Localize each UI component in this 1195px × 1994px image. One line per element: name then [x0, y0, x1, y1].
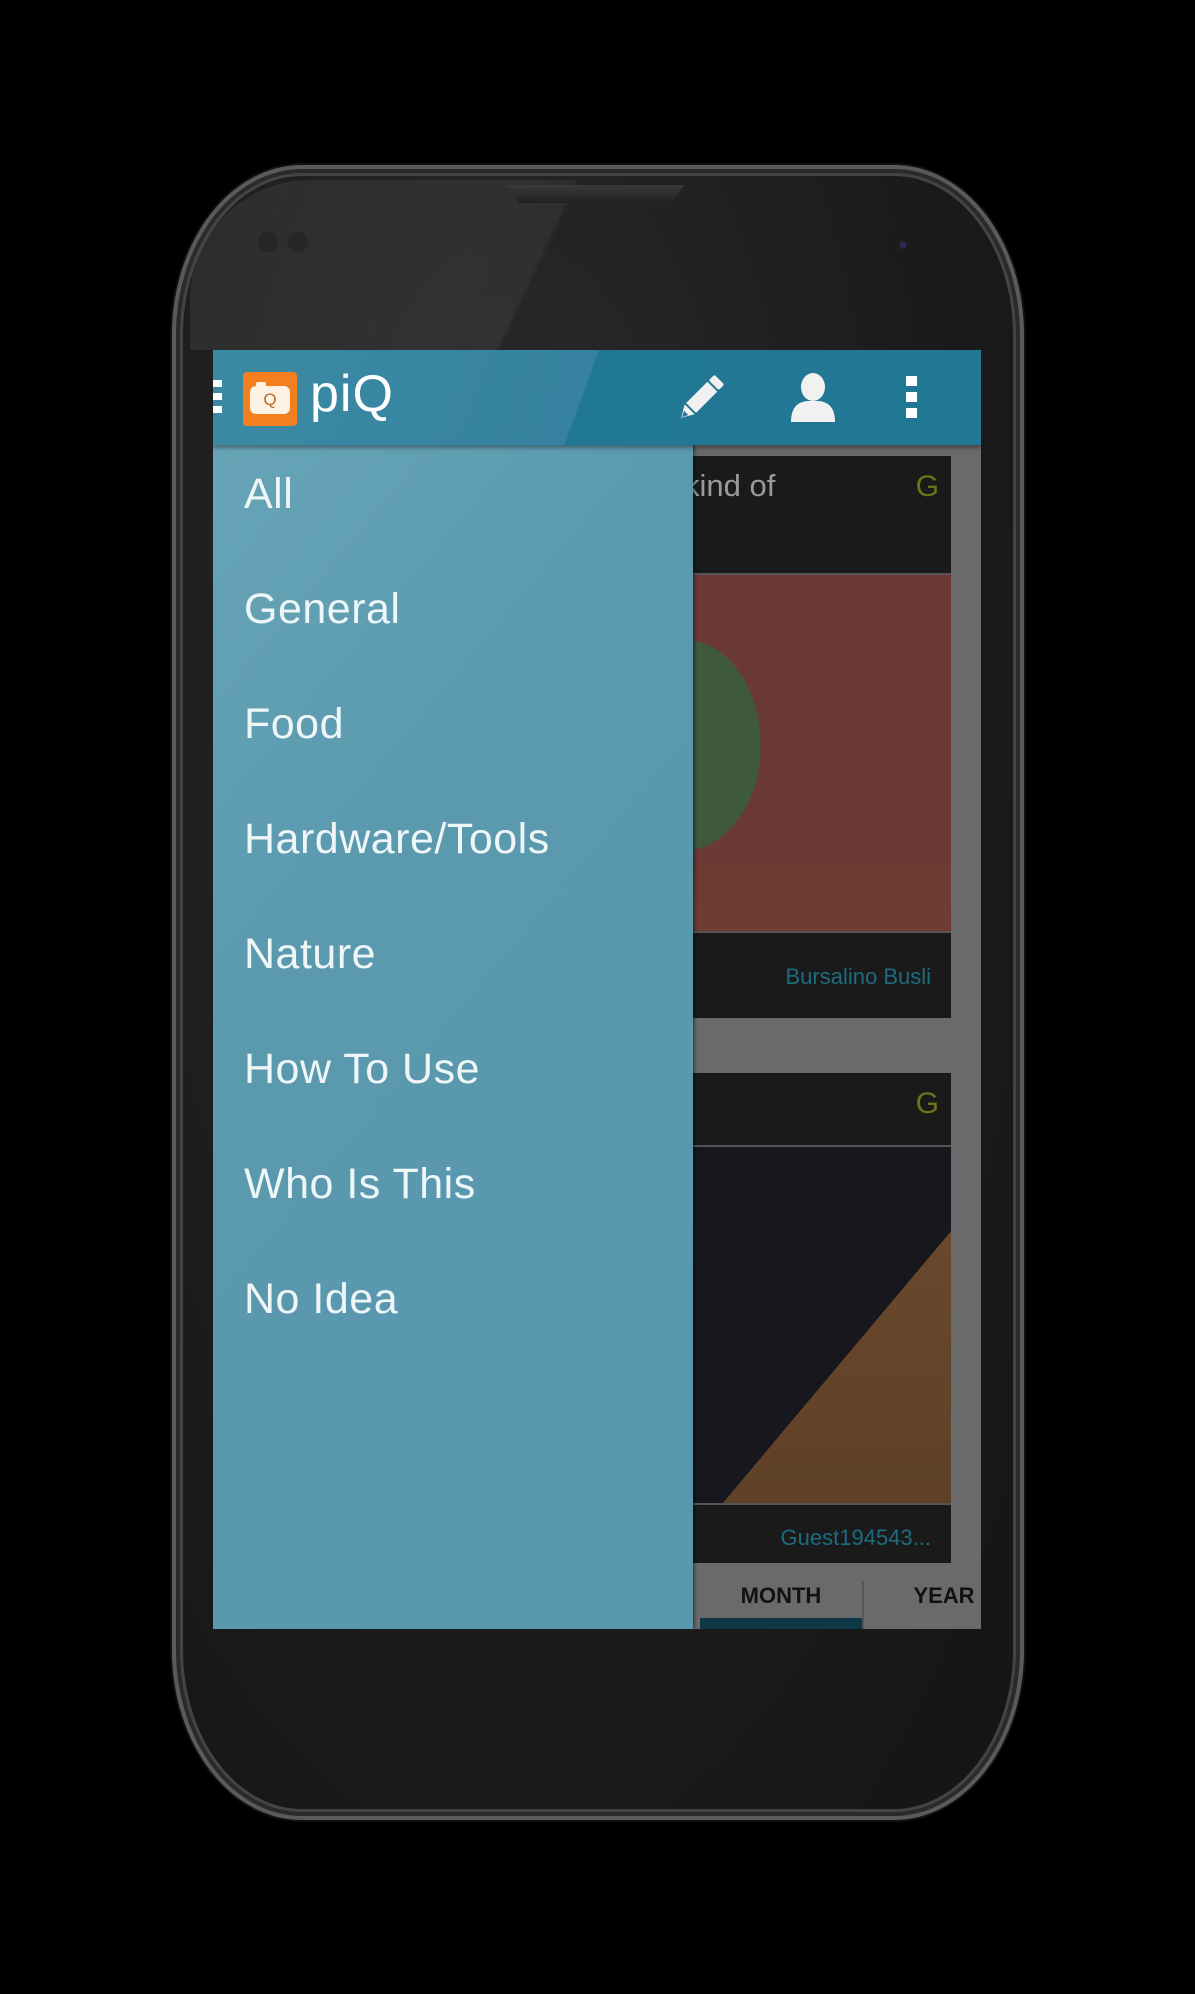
app-logo-icon[interactable]: Q	[243, 372, 297, 426]
overflow-menu-icon[interactable]	[898, 370, 928, 426]
category-badge: G	[915, 470, 939, 503]
selected-tab-indicator	[700, 1618, 862, 1629]
drawer-item-food[interactable]: Food	[244, 700, 344, 749]
light-sensor	[288, 232, 308, 252]
drawer-item-nature[interactable]: Nature	[244, 930, 376, 979]
card-author[interactable]: Bursalino Busli	[785, 964, 931, 990]
drawer-item-all[interactable]: All	[244, 470, 293, 519]
app-screen: Q piQ is kind of G ❜ Bursalino B	[213, 350, 981, 1629]
tab-year[interactable]: YEAR	[864, 1563, 981, 1629]
menu-indicator-icon[interactable]	[213, 380, 223, 416]
logo-letter: Q	[250, 386, 290, 414]
drawer-item-hardware-tools[interactable]: Hardware/Tools	[244, 815, 550, 864]
drawer-item-who-is-this[interactable]: Who Is This	[244, 1160, 476, 1209]
front-camera	[888, 230, 918, 260]
proximity-sensor	[258, 232, 278, 252]
drawer-item-how-to-use[interactable]: How To Use	[244, 1045, 480, 1094]
drawer-item-general[interactable]: General	[244, 585, 400, 634]
category-badge: G	[915, 1087, 939, 1120]
app-title: piQ	[310, 365, 394, 423]
pencil-icon[interactable]	[673, 370, 729, 426]
user-icon[interactable]	[785, 370, 841, 426]
action-bar: Q piQ	[213, 350, 981, 445]
screen-glare	[190, 180, 660, 350]
drawer-item-no-idea[interactable]: No Idea	[244, 1275, 398, 1324]
earpiece-speaker	[505, 185, 685, 203]
navigation-drawer: All General Food Hardware/Tools Nature H…	[213, 445, 693, 1629]
card-author[interactable]: Guest194543...	[781, 1525, 931, 1551]
tab-month-label: MONTH	[740, 1583, 822, 1608]
tab-year-label: YEAR	[913, 1583, 975, 1608]
